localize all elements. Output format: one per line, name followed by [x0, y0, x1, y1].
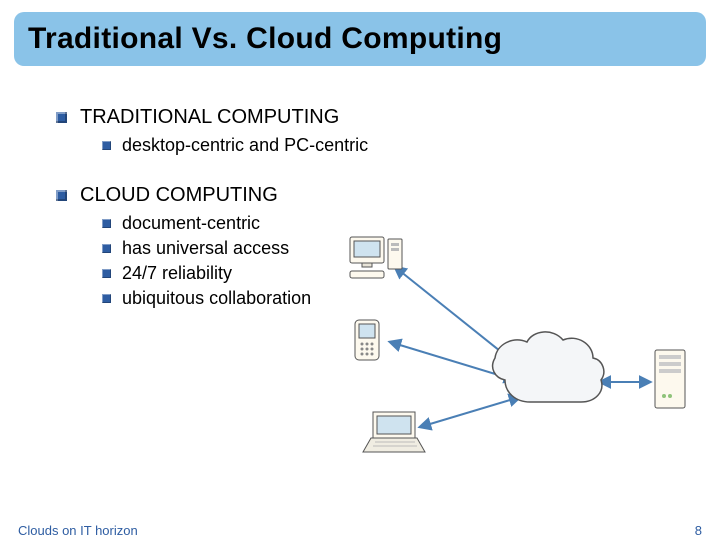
laptop-icon	[363, 412, 425, 452]
desktop-icon	[350, 237, 402, 278]
slide-footer: Clouds on IT horizon 8	[18, 523, 702, 538]
slide-title: Traditional Vs. Cloud Computing	[28, 22, 692, 56]
section-heading: TRADITIONAL COMPUTING	[80, 106, 339, 128]
server-icon	[655, 350, 685, 408]
page-number: 8	[695, 523, 702, 538]
section-heading: CLOUD COMPUTING	[80, 184, 278, 206]
list-item: document-centric	[102, 213, 680, 234]
footer-text: Clouds on IT horizon	[18, 523, 138, 538]
slide-title-bar: Traditional Vs. Cloud Computing	[14, 12, 706, 66]
section-traditional: TRADITIONAL COMPUTING desktop-centric an…	[56, 106, 680, 156]
arrow-icon	[420, 397, 520, 427]
network-diagram	[300, 232, 700, 462]
mobile-icon	[355, 320, 379, 360]
list-item: desktop-centric and PC-centric	[102, 135, 680, 156]
cloud-icon	[493, 332, 604, 402]
